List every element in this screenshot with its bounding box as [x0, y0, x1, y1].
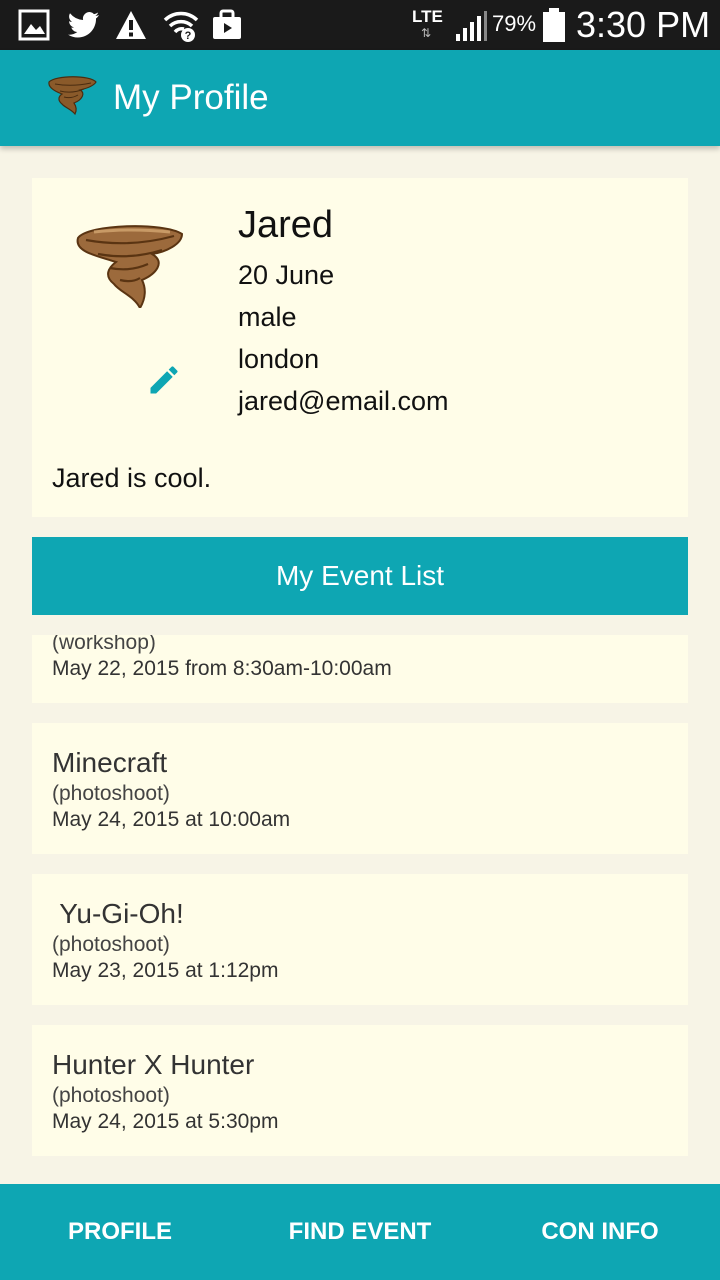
gallery-icon	[18, 9, 50, 41]
bottom-nav: PROFILE FIND EVENT CON INFO	[0, 1184, 720, 1280]
profile-location: london	[238, 344, 320, 374]
event-type: (photoshoot)	[52, 1084, 170, 1107]
page-title: My Profile	[113, 78, 269, 117]
event-title: Yu-Gi-Oh!	[52, 898, 184, 929]
briefcase-icon	[213, 9, 241, 39]
network-type: LTE	[412, 7, 443, 26]
signal-icon	[456, 11, 487, 41]
event-date: May 23, 2015 at 1:12pm	[52, 959, 279, 982]
event-item[interactable]: Hunter X Hunter (photoshoot) May 24, 201…	[32, 1025, 688, 1156]
pencil-icon[interactable]	[146, 362, 182, 398]
event-item[interactable]: (workshop) May 22, 2015 from 8:30am-10:0…	[32, 635, 688, 703]
event-title: Minecraft	[52, 747, 168, 778]
nav-con-info-tab[interactable]: CON INFO	[480, 1184, 720, 1280]
tornado-avatar-icon	[76, 225, 184, 308]
event-type: (photoshoot)	[52, 933, 170, 956]
status-bar: ? LTE ⇅ 79% 3:30 PM	[0, 0, 720, 50]
warning-icon	[116, 11, 146, 39]
event-type: (workshop)	[52, 635, 156, 654]
tornado-logo-icon	[48, 76, 97, 116]
profile-birthday: 20 June	[238, 260, 335, 290]
profile-email: jared@email.com	[238, 386, 449, 416]
clock: 3:30 PM	[576, 4, 711, 45]
svg-text:?: ?	[185, 30, 192, 42]
profile-name: Jared	[238, 204, 334, 246]
event-type: (photoshoot)	[52, 782, 170, 805]
battery-percent: 79%	[492, 11, 537, 36]
profile-gender: male	[238, 302, 297, 332]
nav-profile-tab[interactable]: PROFILE	[0, 1184, 240, 1280]
battery-icon	[543, 8, 565, 42]
nav-find-event-tab[interactable]: FIND EVENT	[240, 1184, 480, 1280]
event-list[interactable]: (workshop) May 22, 2015 from 8:30am-10:0…	[32, 635, 688, 1184]
event-item[interactable]: Minecraft (photoshoot) May 24, 2015 at 1…	[32, 723, 688, 854]
data-arrows-icon: ⇅	[421, 26, 432, 40]
profile-card: Jared 20 June male london jared@email.co…	[32, 178, 688, 517]
profile-bio: Jared is cool.	[52, 463, 212, 493]
event-title: Hunter X Hunter	[52, 1049, 255, 1080]
wifi-icon: ?	[163, 11, 199, 42]
my-event-list-button[interactable]: My Event List	[32, 537, 688, 615]
twitter-icon	[68, 12, 99, 38]
event-date: May 24, 2015 at 5:30pm	[52, 1110, 279, 1133]
event-date: May 22, 2015 from 8:30am-10:00am	[52, 657, 392, 680]
event-date: May 24, 2015 at 10:00am	[52, 808, 291, 831]
app-bar: My Profile	[0, 50, 720, 146]
event-item[interactable]: Yu-Gi-Oh! (photoshoot) May 23, 2015 at 1…	[32, 874, 688, 1005]
